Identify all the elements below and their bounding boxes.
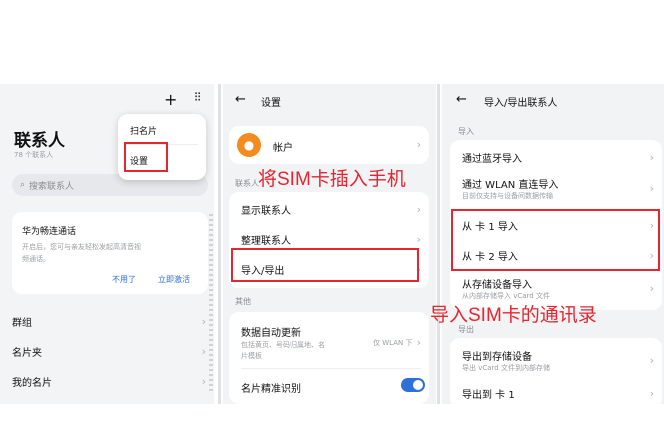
- highlight-import-export: [231, 248, 419, 282]
- export-storage-desc: 导出 vCard 文件到内部存储: [462, 364, 550, 372]
- settings-panel: ← 设置 ● 帐户 › 联系人 显示联系人 › 整理联系人 › 导入/导出 › 其他 …: [223, 84, 436, 404]
- highlight-settings: [124, 142, 168, 172]
- auto-update-label: 数据自动更新: [241, 328, 301, 339]
- import-storage-label[interactable]: 从存储设备导入: [462, 276, 532, 291]
- activate-button[interactable]: 立即激活: [158, 274, 190, 285]
- chevron-right-icon: ›: [649, 354, 654, 367]
- card-recognition-toggle[interactable]: [401, 378, 425, 392]
- chevron-right-icon: ›: [649, 386, 654, 400]
- chevron-right-icon: ›: [201, 314, 206, 328]
- promo-text-2: 频通话。: [22, 255, 50, 263]
- alphabet-index[interactable]: [209, 214, 213, 394]
- promo-text-1: 开启后，您可与亲友轻松发起高清音视: [22, 243, 141, 251]
- highlight-sim-import: [451, 209, 660, 271]
- search-placeholder: 搜索联系人: [29, 181, 75, 192]
- auto-update-desc-2: 片模板: [241, 352, 262, 360]
- list-item-cardholder[interactable]: 名片夹 ›: [0, 336, 214, 366]
- auto-update-value[interactable]: 仅 WLAN 下: [373, 338, 412, 348]
- page-title: 导入/导出联系人: [484, 98, 558, 109]
- contact-count: 78 个联系人: [14, 151, 54, 159]
- auto-update-desc-1: 包括黄页、号码归属地、名: [241, 341, 325, 349]
- chevron-right-icon: ›: [416, 232, 421, 246]
- chevron-right-icon: ›: [201, 344, 206, 358]
- import-wlan-label[interactable]: 通过 WLAN 直连导入: [462, 176, 558, 191]
- plus-icon[interactable]: +: [164, 90, 177, 109]
- promo-card: 华为畅连通话 开启后，您可与亲友轻松发起高清音视 频通话。 不用了 立即激活: [12, 212, 208, 294]
- menu-item-scan-card[interactable]: 扫名片: [130, 124, 157, 137]
- chevron-right-icon: ›: [416, 202, 421, 216]
- section-other: 其他: [235, 297, 251, 306]
- import-bluetooth-item[interactable]: 通过蓝牙导入 ›: [450, 142, 662, 172]
- export-card: 导出到存储设备 导出 vCard 文件到内部存储 › 导出到 卡 1 ›: [450, 338, 662, 404]
- export-storage-label[interactable]: 导出到存储设备: [462, 348, 532, 363]
- export-sim1-item[interactable]: 导出到 卡 1 ›: [450, 378, 662, 404]
- list-item-groups[interactable]: 群组 ›: [0, 306, 214, 336]
- chevron-right-icon: ›: [201, 374, 206, 388]
- chevron-right-icon: ›: [416, 336, 421, 349]
- annotation-insert-sim: 将SIM卡插入手机: [258, 169, 406, 190]
- back-arrow-icon[interactable]: ←: [235, 92, 246, 107]
- card-recognition-label: 名片精准识别: [241, 384, 301, 395]
- section-contacts: 联系人: [235, 179, 259, 188]
- chevron-right-icon: ›: [649, 150, 654, 164]
- chevron-right-icon: ›: [416, 138, 421, 151]
- grid-dots-icon[interactable]: ⁝⁝: [194, 90, 201, 105]
- display-contacts-item[interactable]: 显示联系人 ›: [229, 194, 429, 224]
- other-settings-card: 数据自动更新 包括黄页、号码归属地、名 片模板 仅 WLAN 下 › 名片精准识…: [229, 312, 429, 404]
- annotation-import-sim: 导入SIM卡的通讯录: [430, 305, 597, 326]
- chevron-right-icon: ›: [649, 282, 654, 295]
- account-label: 帐户: [273, 143, 293, 154]
- promo-title: 华为畅连通话: [22, 227, 77, 237]
- section-import: 导入: [458, 127, 474, 136]
- list-item-my-card[interactable]: 我的名片 ›: [0, 366, 214, 396]
- dismiss-button[interactable]: 不用了: [112, 274, 136, 285]
- chevron-right-icon: ›: [649, 182, 654, 195]
- search-icon: ⌕: [20, 180, 26, 190]
- page-title: 设置: [261, 98, 281, 109]
- avatar: ●: [237, 133, 261, 157]
- import-wlan-desc: 目前仅支持与设备间数据传输: [462, 192, 553, 200]
- back-arrow-icon[interactable]: ←: [456, 92, 467, 107]
- page-title: 联系人: [14, 131, 65, 151]
- account-card[interactable]: ● 帐户 ›: [229, 126, 429, 164]
